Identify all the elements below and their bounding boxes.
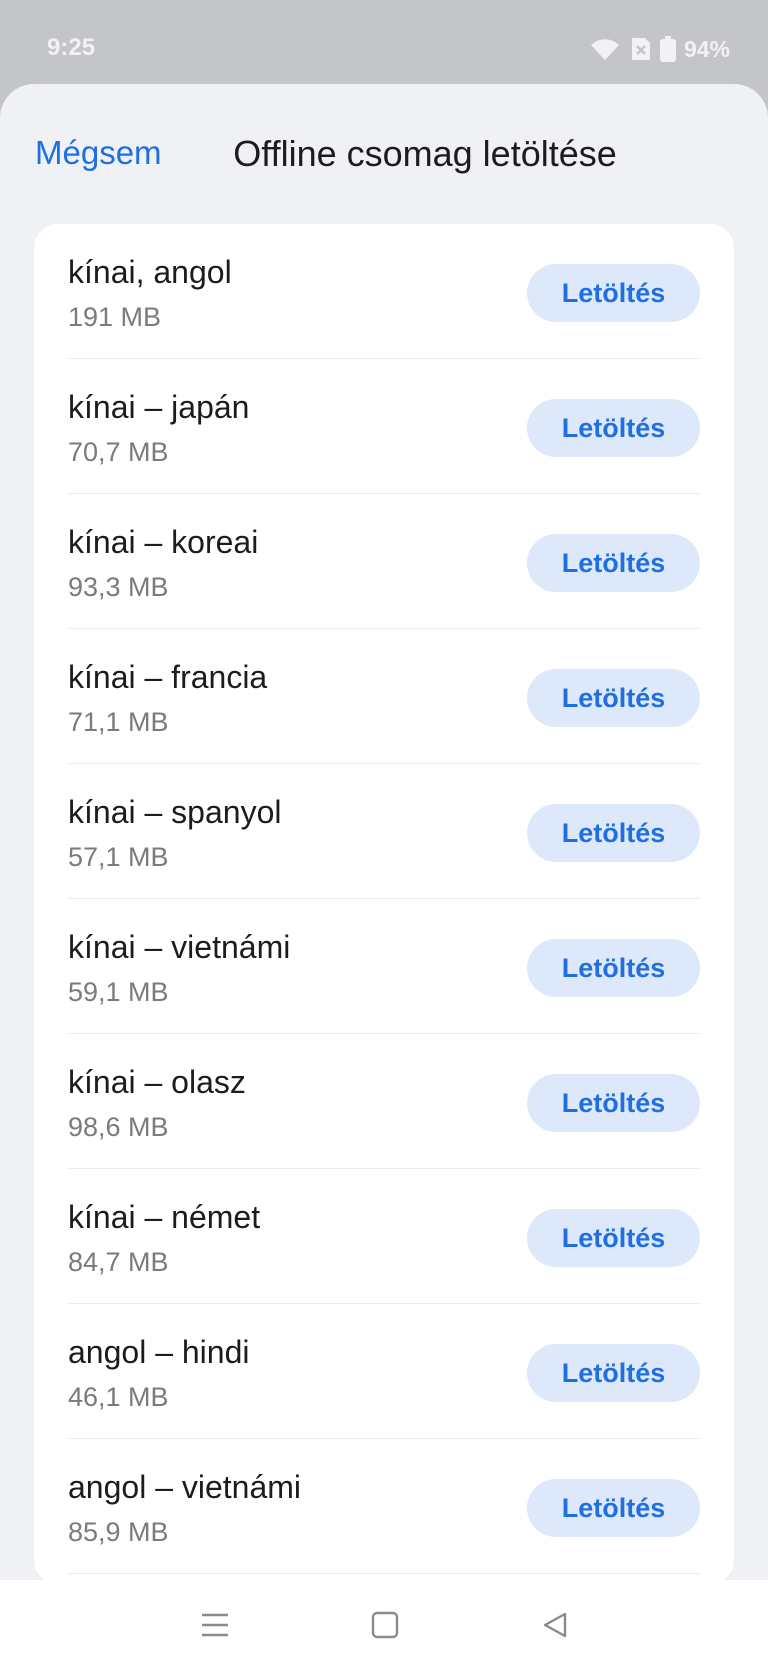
home-icon[interactable] <box>370 1610 400 1645</box>
status-bar: 9:25 94% <box>0 0 768 88</box>
package-size: 46,1 MB <box>68 1382 169 1412</box>
navigation-bar <box>0 1580 768 1673</box>
back-icon[interactable] <box>540 1610 570 1645</box>
package-size: 93,3 MB <box>68 572 169 602</box>
package-name: kínai – koreai <box>68 524 259 560</box>
package-size: 71,1 MB <box>68 707 169 737</box>
package-size: 85,9 MB <box>68 1517 169 1547</box>
package-size: 191 MB <box>68 302 162 332</box>
download-button[interactable]: Letöltés <box>527 534 700 592</box>
download-button[interactable]: Letöltés <box>527 939 700 997</box>
download-button[interactable]: Letöltés <box>527 1479 700 1537</box>
download-button[interactable]: Letöltés <box>527 399 700 457</box>
list-item: kínai – spanyol 57,1 MB Letöltés <box>68 764 700 899</box>
package-name: kínai – vietnámi <box>68 929 291 965</box>
package-size: 59,1 MB <box>68 977 169 1007</box>
download-button[interactable]: Letöltés <box>527 264 700 322</box>
battery-icon <box>659 36 676 62</box>
list-item: kínai – japán 70,7 MB Letöltés <box>68 359 700 494</box>
package-name: angol – vietnámi <box>68 1469 302 1505</box>
list-item: kínai – vietnámi 59,1 MB Letöltés <box>68 899 700 1034</box>
download-button[interactable]: Letöltés <box>527 1074 700 1132</box>
package-name: kínai, angol <box>68 254 232 290</box>
page-title: Offline csomag letöltése <box>233 133 617 174</box>
package-size: 70,7 MB <box>68 437 169 467</box>
package-name: kínai – spanyol <box>68 794 282 830</box>
download-button[interactable]: Letöltés <box>527 1209 700 1267</box>
list-item: angol – vietnámi 85,9 MB Letöltés <box>68 1439 700 1574</box>
list-item: kínai – koreai 93,3 MB Letöltés <box>68 494 700 629</box>
package-name: kínai – japán <box>68 389 250 425</box>
list-item: kínai – francia 71,1 MB Letöltés <box>68 629 700 764</box>
package-name: kínai – német <box>68 1199 261 1235</box>
menu-icon[interactable] <box>200 1610 230 1645</box>
package-size: 98,6 MB <box>68 1112 169 1142</box>
list-item: kínai – olasz 98,6 MB Letöltés <box>68 1034 700 1169</box>
download-button[interactable]: Letöltés <box>527 804 700 862</box>
download-button[interactable]: Letöltés <box>527 669 700 727</box>
package-name: kínai – francia <box>68 659 268 695</box>
list-item: kínai – német 84,7 MB Letöltés <box>68 1169 700 1304</box>
status-icons: 94% <box>588 34 730 64</box>
wifi-icon <box>588 36 622 62</box>
list-item: angol – hindi 46,1 MB Letöltés <box>68 1304 700 1439</box>
status-time: 9:25 <box>47 34 96 61</box>
battery-percent: 94% <box>683 35 730 62</box>
no-sim-icon <box>630 36 652 62</box>
package-size: 84,7 MB <box>68 1247 169 1277</box>
package-size: 57,1 MB <box>68 842 169 872</box>
package-name: angol – hindi <box>68 1334 250 1370</box>
package-list: kínai, angol 191 MB Letöltés kínai – jap… <box>34 224 734 1584</box>
package-name: kínai – olasz <box>68 1064 246 1100</box>
download-button[interactable]: Letöltés <box>527 1344 700 1402</box>
list-item: kínai, angol 191 MB Letöltés <box>68 224 700 359</box>
